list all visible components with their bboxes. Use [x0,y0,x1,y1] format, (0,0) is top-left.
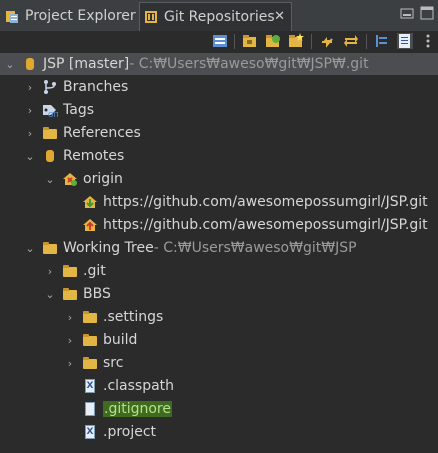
tab-label: Git Repositories [164,9,275,25]
tree-item-working-tree[interactable]: ⌄ Working Tree - C:₩Users₩aweso₩git₩JSP [24,237,356,259]
tree-item-references[interactable]: › References [24,122,141,144]
add-repository-icon[interactable] [242,33,258,49]
chevron-right-icon[interactable]: › [64,306,76,328]
folder-icon [42,125,58,141]
chevron-right-icon[interactable]: › [24,122,36,144]
collapse-all-icon[interactable] [212,33,228,49]
tree-item-project[interactable]: .project [82,421,156,443]
tree-item-repository[interactable]: ⌄ JSP [master] - C:₩Users₩aweso₩git₩JSP₩… [0,53,438,75]
tree-item-branches[interactable]: › Branches [24,76,129,98]
folder-icon [82,332,98,348]
tree-item-src[interactable]: › src [64,352,124,374]
git-repository-icon [22,56,38,72]
svg-text:GIT: GIT [48,111,58,118]
tree-item-bbs[interactable]: ⌄ BBS [44,283,110,305]
show-details-icon[interactable] [397,33,413,49]
view-toolbar [0,31,438,53]
folder-icon [82,309,98,325]
chevron-right-icon[interactable]: › [64,352,76,374]
link-with-selection-icon[interactable] [343,33,359,49]
chevron-right-icon[interactable]: › [24,99,36,121]
chevron-right-icon[interactable]: › [24,76,36,98]
tree-item-build[interactable]: › build [64,329,138,351]
tree-item-gitignore[interactable]: .gitignore [82,398,172,420]
tags-icon: GIT [42,102,60,119]
hierarchical-layout-icon[interactable] [374,33,390,49]
tree-item-origin[interactable]: ⌄ origin [44,168,122,190]
tree-item-remotes[interactable]: ⌄ Remotes [24,145,124,167]
folder-icon [62,263,78,279]
push-icon [82,217,98,233]
maximize-icon[interactable] [420,6,434,20]
chevron-right-icon[interactable]: › [64,329,76,351]
chevron-down-icon[interactable]: ⌄ [4,53,16,75]
xml-file-icon [82,424,98,440]
project-explorer-icon [4,8,20,24]
folder-icon [42,240,58,256]
git-repositories-icon [143,9,159,25]
remotes-icon [42,148,58,164]
fetch-icon [82,194,98,210]
tree-item-tags[interactable]: › GIT Tags [24,99,94,121]
folder-icon [62,286,78,302]
tab-git-repositories[interactable]: Git Repositories ✕ [139,2,292,31]
minimize-icon[interactable] [400,6,414,20]
tab-label: Project Explorer [25,8,136,24]
chevron-down-icon[interactable]: ⌄ [24,145,36,167]
chevron-right-icon[interactable]: › [44,260,56,282]
folder-icon [82,355,98,371]
refresh-icon[interactable] [319,33,335,49]
chevron-down-icon[interactable]: ⌄ [24,237,36,259]
branches-icon [42,79,58,95]
tree-item-git-folder[interactable]: › .git [44,260,106,282]
tree-item-push-url[interactable]: https://github.com/awesomepossumgirl/JSP… [82,214,428,236]
chevron-down-icon[interactable]: ⌄ [44,283,56,305]
clone-repository-icon[interactable] [265,33,281,49]
create-repository-icon[interactable] [288,33,304,49]
view-menu-icon[interactable] [420,33,436,49]
tab-project-explorer[interactable]: Project Explorer [4,4,136,28]
xml-file-icon [82,378,98,394]
close-icon[interactable]: ✕ [274,9,285,24]
text-file-icon [82,401,98,417]
tree-item-classpath[interactable]: .classpath [82,375,174,397]
view-tab-bar: Project Explorer Git Repositories ✕ [0,0,438,32]
remote-icon [62,171,78,187]
tree-item-settings[interactable]: › .settings [64,306,163,328]
chevron-down-icon[interactable]: ⌄ [44,168,56,190]
tree-item-fetch-url[interactable]: https://github.com/awesomepossumgirl/JSP… [82,191,428,213]
